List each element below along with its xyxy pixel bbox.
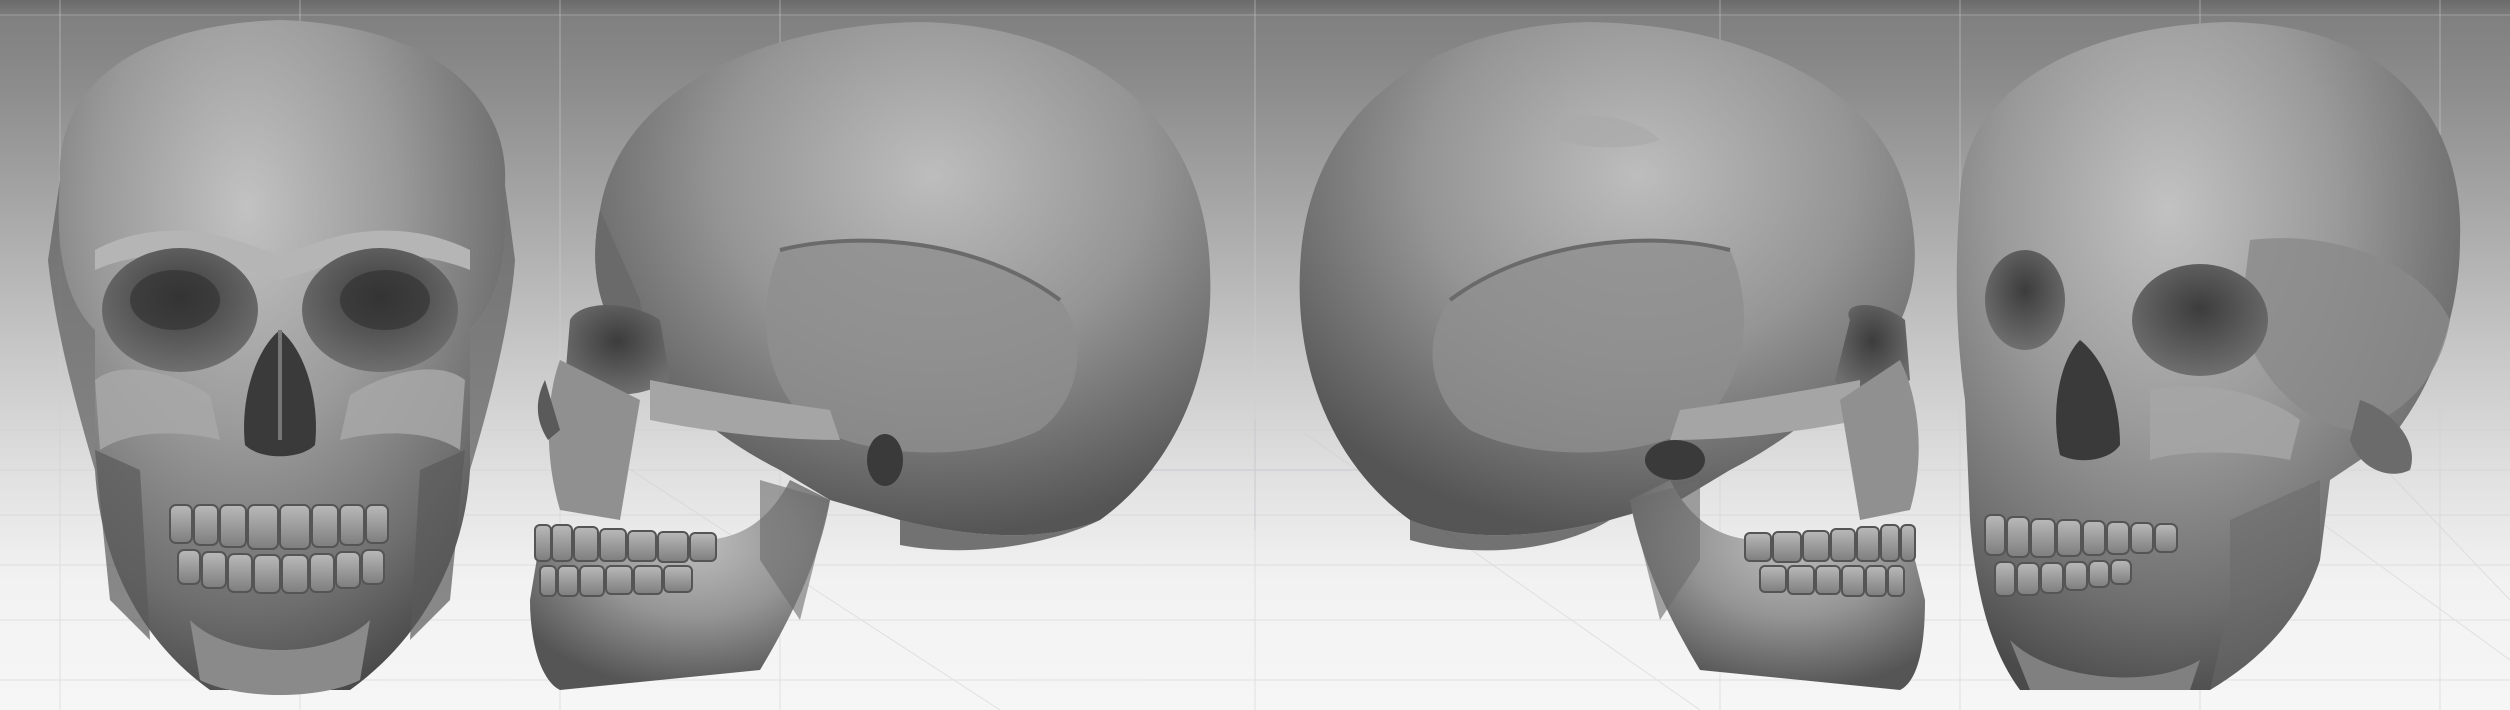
skull-left-side-view [530,22,1211,690]
sculpt-viewport[interactable] [0,0,2510,710]
skull-three-quarter-view [1956,22,2461,690]
skull-right-side-view [1299,22,1925,690]
skull-front-view [48,20,515,695]
skull-renders [48,20,2461,695]
